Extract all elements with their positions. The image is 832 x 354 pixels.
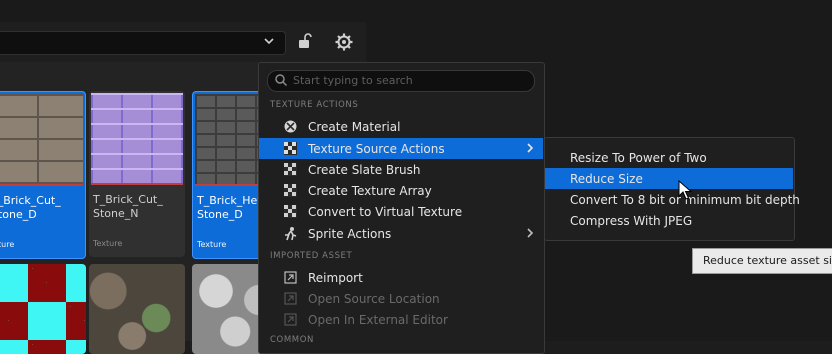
menu-item-create-slate-brush[interactable]: Create Slate Brush xyxy=(259,159,543,180)
asset-type-color-bar xyxy=(91,183,183,185)
sprite-icon xyxy=(285,227,297,241)
chevron-right-icon xyxy=(527,228,534,238)
menu-item-label: Create Slate Brush xyxy=(308,163,421,177)
asset-type: Texture xyxy=(93,239,123,248)
asset-thumbnail xyxy=(0,94,83,184)
asset-name: T_Brick_Cut_ Stone_N xyxy=(93,193,163,220)
section-header-imported-asset: IMPORTED ASSET xyxy=(270,251,353,261)
menu-item-label: Create Texture Array xyxy=(308,184,432,198)
submenu-item-label: Resize To Power of Two xyxy=(570,151,707,165)
menu-item-label: Sprite Actions xyxy=(308,227,392,241)
reimport-icon xyxy=(284,271,297,284)
menu-item-label: Convert to Virtual Texture xyxy=(308,205,463,219)
submenu-item-label: Compress With JPEG xyxy=(570,214,693,228)
asset-tile[interactable]: T_Brick_Cut_ Stone_N Texture xyxy=(89,91,185,257)
asset-type: Texture xyxy=(0,240,15,249)
menu-item-convert-to-virtual-texture[interactable]: Convert to Virtual Texture xyxy=(259,201,543,222)
external-editor-icon xyxy=(284,313,297,326)
menu-item-label: Reimport xyxy=(308,271,363,285)
submenu-item-reduce-size[interactable]: Reduce Size xyxy=(545,168,793,189)
asset-type-color-bar xyxy=(0,184,83,186)
checker-icon xyxy=(284,184,297,197)
menu-item-create-material[interactable]: Create Material xyxy=(259,116,543,137)
menu-item-create-texture-array[interactable]: Create Texture Array xyxy=(259,180,543,201)
menu-item-open-source-location[interactable]: Open Source Location xyxy=(259,288,543,309)
checker-icon xyxy=(284,163,297,176)
tab-strip xyxy=(0,0,366,22)
folder-open-icon xyxy=(284,292,297,305)
lock-icon[interactable] xyxy=(296,32,314,50)
asset-tile[interactable]: T_Brick_Cut_ Stone_D Texture xyxy=(0,91,86,259)
path-dropdown[interactable] xyxy=(0,31,286,55)
submenu-item-compress-with-jpeg[interactable]: Compress With JPEG xyxy=(545,210,793,231)
menu-item-sprite-actions[interactable]: Sprite Actions xyxy=(259,223,543,244)
submenu-item-convert-to-8-bit[interactable]: Convert To 8 bit or minimum bit depth xyxy=(545,189,800,210)
checker-icon xyxy=(284,205,297,218)
menu-item-reimport[interactable]: Reimport xyxy=(259,267,543,288)
mouse-cursor-icon xyxy=(678,180,692,200)
material-sphere-icon xyxy=(284,120,297,133)
section-header-texture-actions: TEXTURE ACTIONS xyxy=(270,100,359,110)
chevron-right-icon xyxy=(527,143,534,153)
chevron-down-icon[interactable] xyxy=(262,34,276,48)
menu-item-label: Open In External Editor xyxy=(308,313,448,327)
tooltip-text: Reduce texture asset siz xyxy=(703,254,832,267)
menu-item-label: Texture Source Actions xyxy=(308,142,445,156)
asset-name: T_Brick_Cut_ Stone_D xyxy=(0,194,61,221)
search-input[interactable] xyxy=(293,71,528,89)
menu-item-label: Open Source Location xyxy=(308,292,440,306)
submenu-item-resize-to-power-of-two[interactable]: Resize To Power of Two xyxy=(545,147,793,168)
tooltip: Reduce texture asset siz xyxy=(692,248,832,274)
gear-icon[interactable] xyxy=(334,32,354,52)
submenu-item-label: Reduce Size xyxy=(570,172,643,186)
asset-type: Texture xyxy=(197,240,227,249)
search-icon xyxy=(275,74,288,87)
section-header-common: COMMON xyxy=(270,335,314,345)
menu-item-label: Create Material xyxy=(308,120,401,134)
menu-item-texture-source-actions[interactable]: Texture Source Actions xyxy=(259,138,543,159)
checker-icon xyxy=(284,142,297,155)
asset-thumbnail xyxy=(91,93,183,183)
menu-item-open-in-external-editor[interactable]: Open In External Editor xyxy=(259,309,543,330)
